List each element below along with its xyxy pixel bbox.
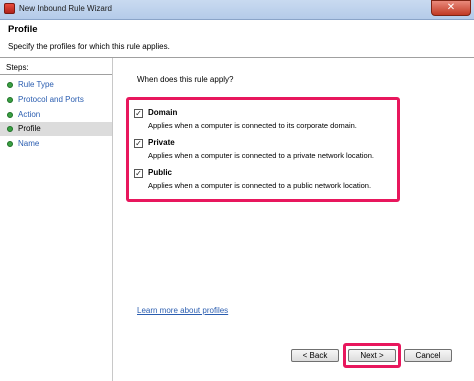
private-description: Applies when a computer is connected to … (148, 151, 374, 160)
step-dot-icon (7, 141, 13, 147)
step-label: Action (18, 110, 41, 119)
step-protocol-and-ports[interactable]: Protocol and Ports (0, 93, 112, 107)
rule-apply-question: When does this rule apply? (137, 75, 234, 84)
back-button[interactable]: < Back (291, 349, 339, 362)
public-checkbox[interactable]: ✓ (134, 169, 143, 178)
next-button[interactable]: Next > (348, 349, 396, 362)
domain-label: Domain (148, 108, 178, 117)
step-dot-icon (7, 126, 13, 132)
domain-checkbox[interactable]: ✓ (134, 109, 143, 118)
cancel-button[interactable]: Cancel (404, 349, 452, 362)
step-dot-icon (7, 112, 13, 118)
close-icon: ✕ (446, 2, 456, 13)
close-button[interactable]: ✕ (431, 0, 471, 16)
page-description: Specify the profiles for which this rule… (8, 42, 170, 51)
step-dot-icon (7, 97, 13, 103)
step-dot-icon (7, 82, 13, 88)
page-header: Profile Specify the profiles for which t… (0, 20, 474, 58)
steps-heading: Steps: (6, 63, 29, 72)
step-label: Profile (18, 124, 41, 133)
private-checkbox[interactable]: ✓ (134, 139, 143, 148)
content-area: When does this rule apply? ✓ Domain Appl… (113, 58, 474, 381)
private-label: Private (148, 138, 175, 147)
public-description: Applies when a computer is connected to … (148, 181, 372, 190)
steps-panel: Steps: Rule Type Protocol and Ports Acti… (0, 58, 113, 381)
step-label: Name (18, 139, 40, 148)
learn-more-link[interactable]: Learn more about profiles (137, 306, 228, 315)
step-name[interactable]: Name (0, 137, 112, 151)
step-action[interactable]: Action (0, 108, 112, 122)
title-bar: New Inbound Rule Wizard ✕ (0, 0, 474, 20)
page-title: Profile (8, 24, 38, 35)
step-label: Protocol and Ports (18, 95, 84, 104)
step-label: Rule Type (18, 80, 54, 89)
steps-divider (0, 74, 112, 75)
public-label: Public (148, 168, 173, 177)
firewall-app-icon (4, 3, 15, 14)
domain-description: Applies when a computer is connected to … (148, 121, 357, 130)
step-profile[interactable]: Profile (0, 122, 112, 136)
window-title: New Inbound Rule Wizard (19, 4, 112, 13)
step-rule-type[interactable]: Rule Type (0, 78, 112, 92)
